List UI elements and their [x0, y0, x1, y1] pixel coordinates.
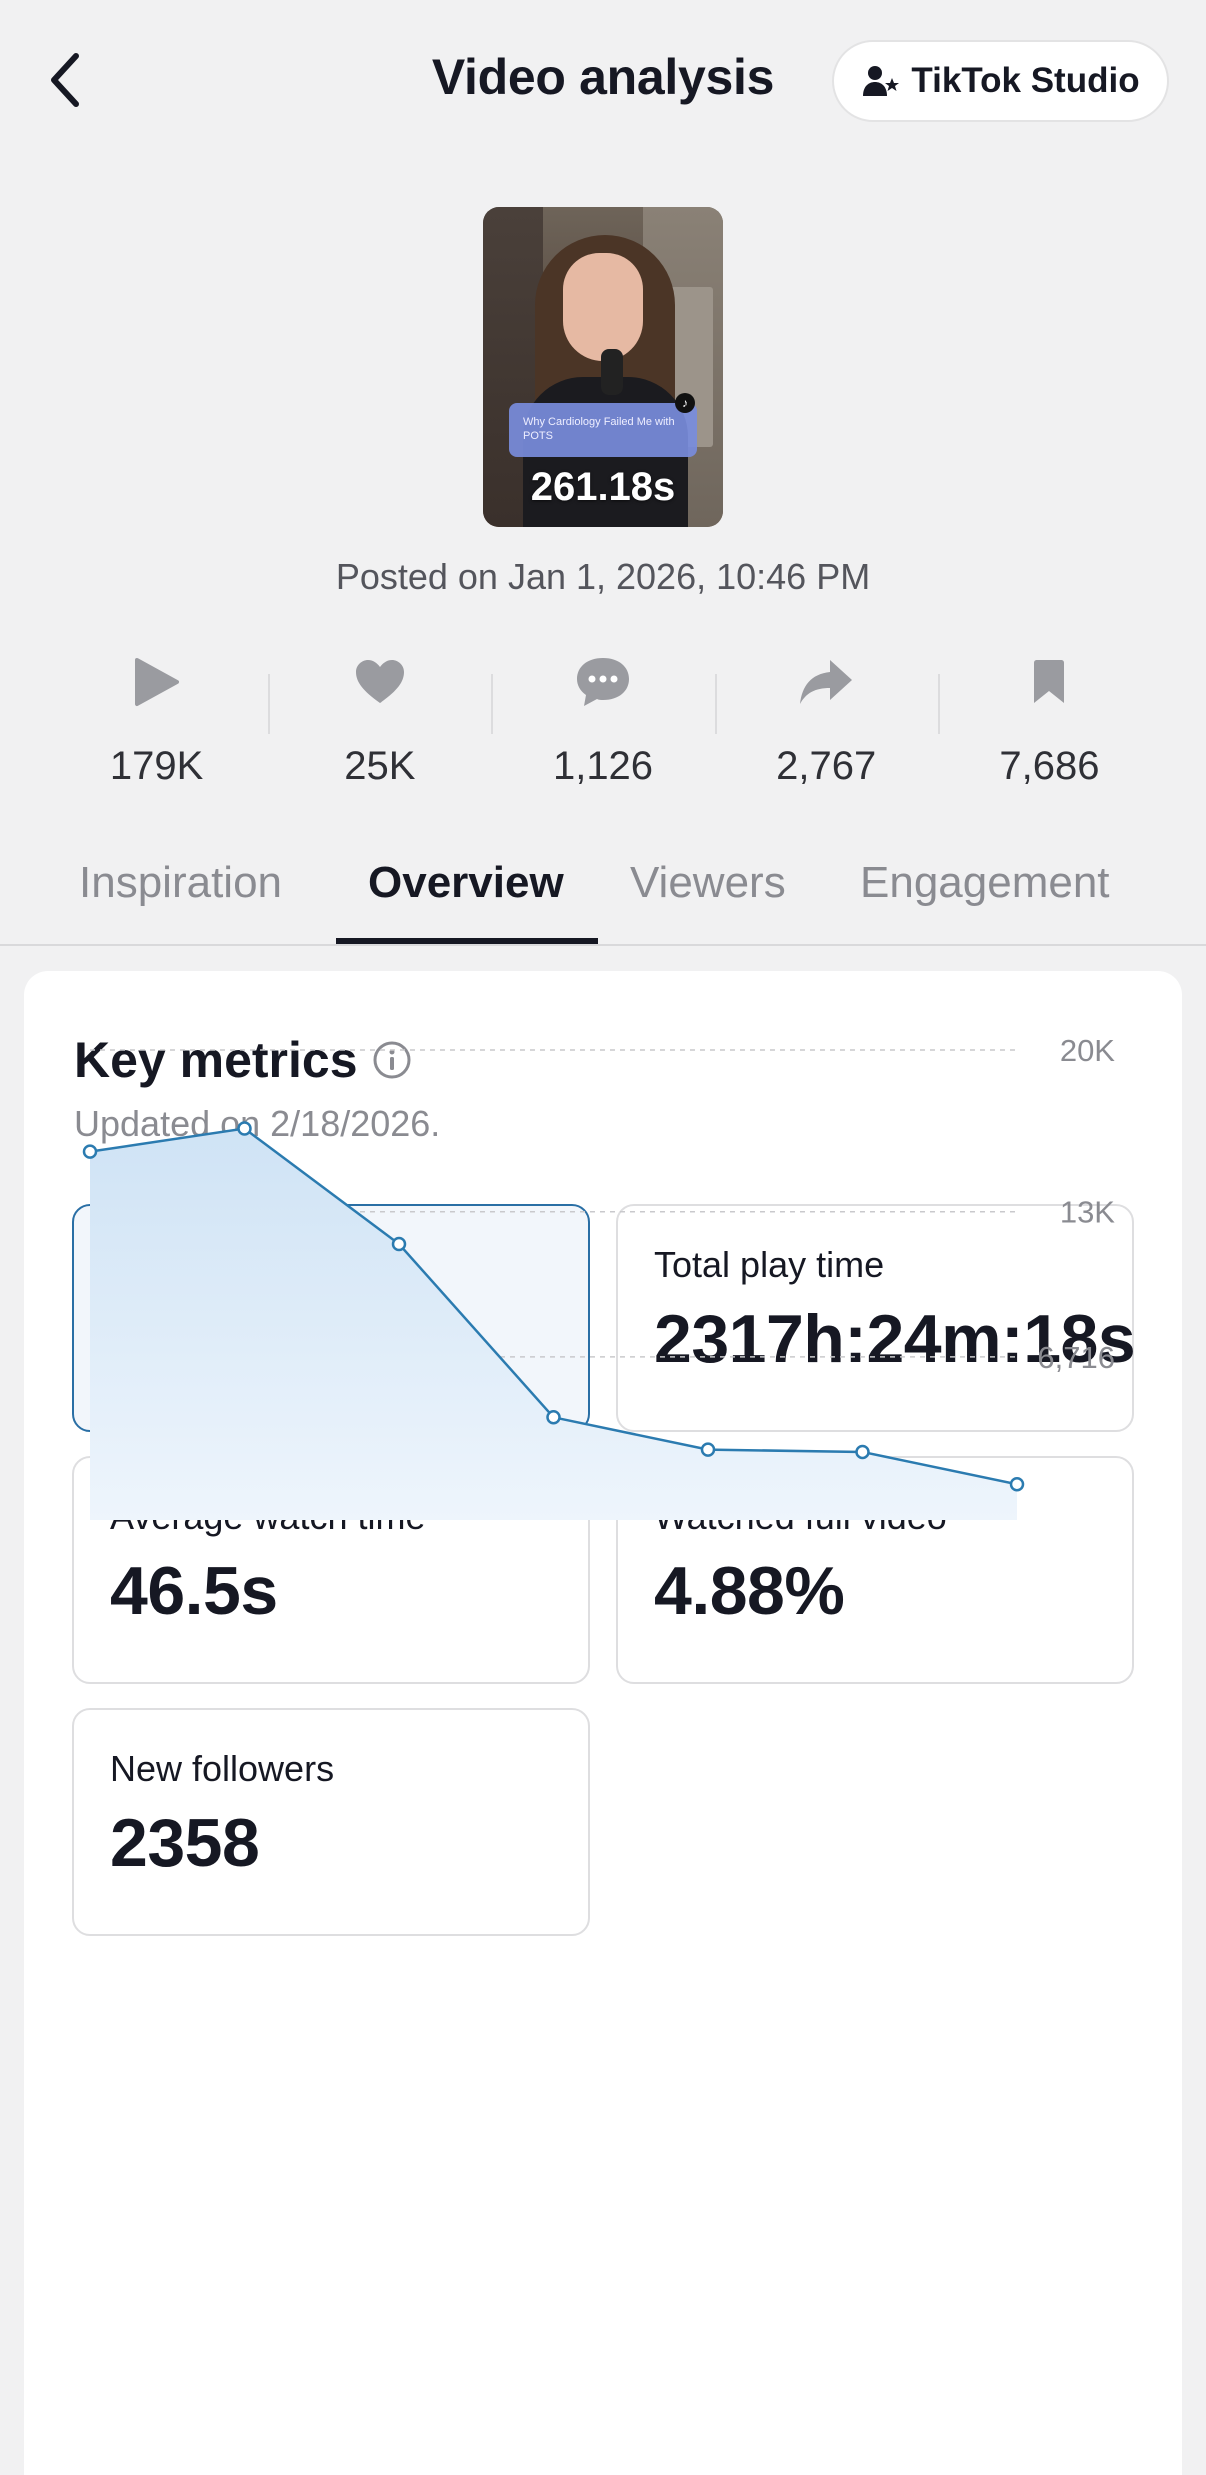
tiktok-logo-icon: ♪: [675, 393, 695, 413]
data-point[interactable]: [391, 1236, 407, 1252]
likes-count: 25K: [344, 744, 416, 788]
video-caption: Why Cardiology Failed Me with POTS: [509, 403, 697, 457]
metric-value: 46.5s: [110, 1553, 278, 1629]
video-duration: 261.18s: [530, 465, 676, 509]
active-tab-indicator: [336, 938, 598, 944]
stats-row: 179K 25K 1,126 2,767 7,686: [45, 650, 1161, 790]
y-tick-label: 20K: [1060, 1033, 1115, 1068]
data-point[interactable]: [1009, 1477, 1025, 1492]
tab-overview[interactable]: Overview: [368, 858, 564, 908]
data-point[interactable]: [855, 1444, 870, 1460]
data-point[interactable]: [700, 1442, 716, 1457]
stat-saves: 7,686: [937, 650, 1161, 790]
chart-area: [90, 1128, 1017, 1520]
stat-shares: 2,767: [714, 650, 938, 790]
views-count: 179K: [109, 744, 204, 788]
data-point[interactable]: [546, 1410, 561, 1425]
y-tick-label: 13K: [1060, 1195, 1115, 1230]
comments-count: 1,126: [552, 744, 654, 788]
video-analysis-page: Video analysis TikTok Studio Why Cardiol…: [0, 0, 1206, 2475]
share-icon: [800, 660, 853, 704]
saves-count: 7,686: [999, 744, 1100, 788]
views-trend-chart: 20K 13K 6,716: [82, 1033, 1115, 1520]
posted-date: Posted on Jan 1, 2026, 10:46 PM: [335, 556, 871, 597]
play-icon: [134, 658, 179, 706]
stat-likes: 25K: [268, 650, 491, 790]
shares-count: 2,767: [776, 744, 877, 788]
tab-inspiration[interactable]: Inspiration: [79, 858, 282, 908]
metric-new-followers[interactable]: New followers 2358: [72, 1708, 590, 1936]
comment-icon: [577, 658, 629, 706]
bookmark-icon: [1034, 660, 1065, 703]
metric-label: New followers: [110, 1748, 335, 1789]
stat-views: 179K: [45, 650, 268, 790]
metric-value: 2358: [110, 1805, 260, 1881]
heart-icon: [355, 660, 404, 703]
data-point[interactable]: [237, 1121, 252, 1136]
user-star-icon: [863, 66, 900, 96]
tab-viewers[interactable]: Viewers: [630, 858, 786, 908]
tab-engagement[interactable]: Engagement: [860, 858, 1110, 908]
tab-bar: Inspiration Overview Viewers Engagement: [0, 840, 1206, 946]
stat-comments: 1,126: [491, 650, 714, 790]
metric-value: 4.88%: [654, 1553, 845, 1629]
y-tick-label: 6,716: [1037, 1340, 1115, 1375]
data-point[interactable]: [82, 1144, 98, 1159]
tiktok-studio-label: TikTok Studio: [911, 61, 1140, 100]
tiktok-studio-button[interactable]: TikTok Studio: [832, 40, 1169, 122]
video-thumbnail[interactable]: Why Cardiology Failed Me with POTS ♪ 261…: [483, 207, 723, 527]
